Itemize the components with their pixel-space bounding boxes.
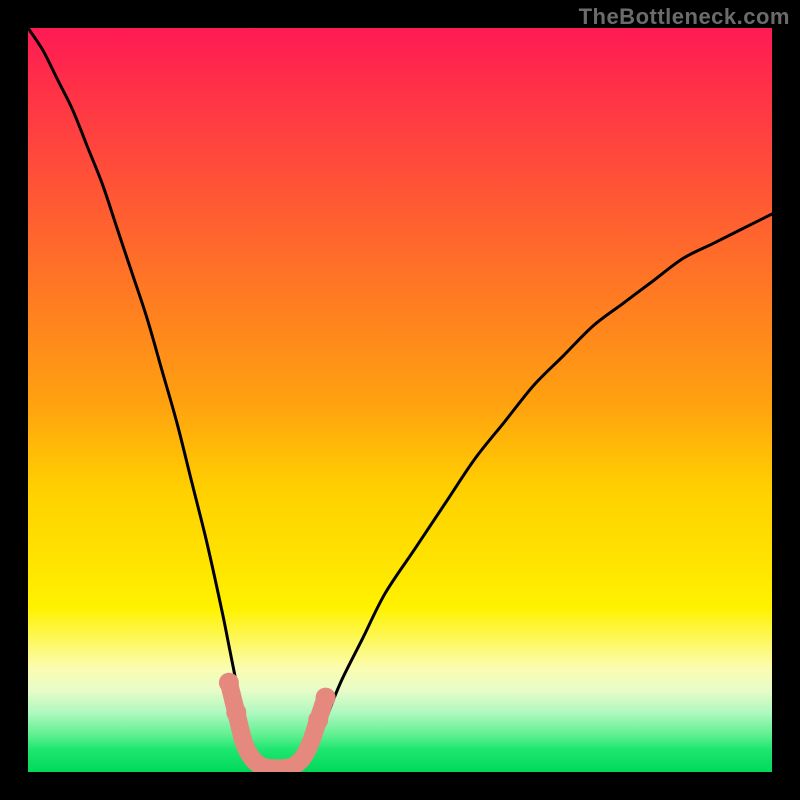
highlight-dots <box>219 673 336 730</box>
curve-right-branch <box>311 214 772 757</box>
curve-left-branch <box>28 28 251 757</box>
curve-layer <box>28 28 772 772</box>
watermark-text: TheBottleneck.com <box>579 4 790 30</box>
highlight-segment <box>229 683 326 769</box>
chart-frame: TheBottleneck.com <box>0 0 800 800</box>
highlight-dot <box>226 703 246 723</box>
highlight-dot <box>308 710 328 730</box>
plot-area <box>28 28 772 772</box>
highlight-dot <box>316 688 336 708</box>
highlight-dot <box>219 673 239 693</box>
